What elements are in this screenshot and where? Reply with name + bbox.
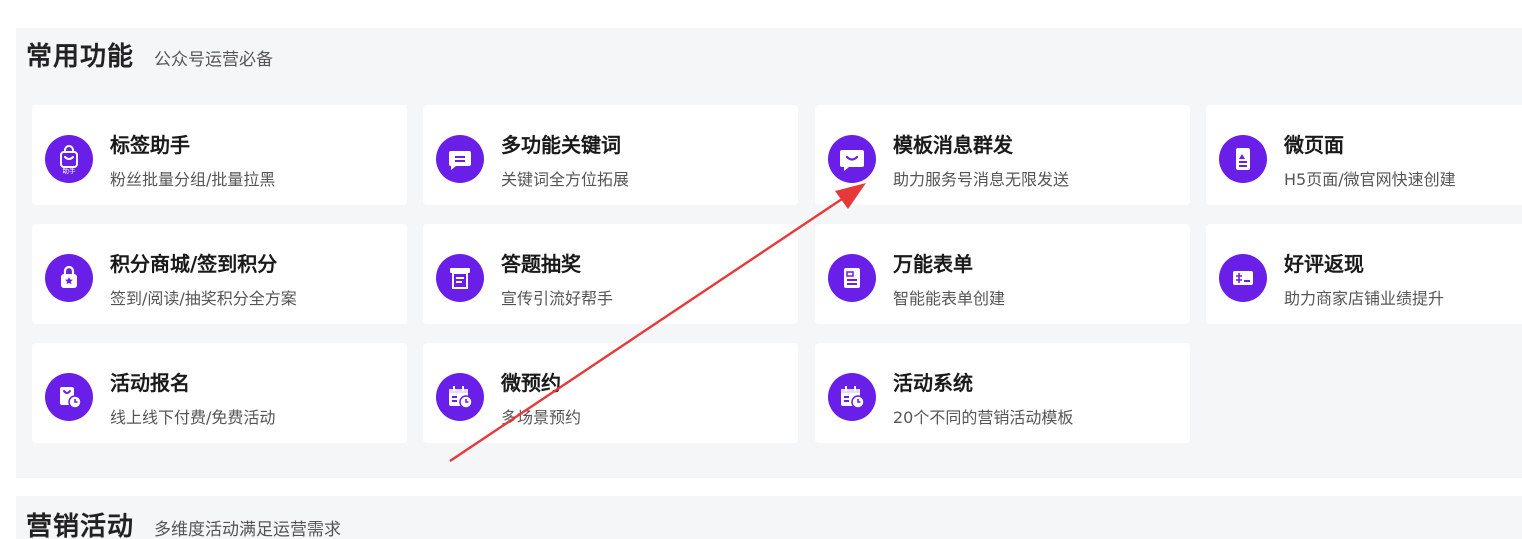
tag-helper-bag-icon: 助手 bbox=[45, 135, 93, 183]
card-title: 答题抽奖 bbox=[501, 252, 581, 276]
section-subtitle: 公众号运营必备 bbox=[154, 50, 274, 70]
card-description: 宣传引流好帮手 bbox=[501, 289, 614, 308]
keyword-chat-icon bbox=[436, 135, 484, 183]
card-description: 关键词全方位拓展 bbox=[501, 170, 630, 189]
points-mall-bag-icon bbox=[45, 254, 93, 302]
card-description: 智能能表单创建 bbox=[893, 289, 1006, 308]
card-description: 线上线下付费/免费活动 bbox=[110, 408, 276, 427]
micro-page-icon bbox=[1219, 135, 1267, 183]
card-title: 万能表单 bbox=[893, 252, 973, 276]
card-review-cashback[interactable]: 好评返现 助力商家店铺业绩提升 bbox=[1206, 224, 1522, 324]
card-title: 活动报名 bbox=[110, 371, 190, 395]
card-title: 标签助手 bbox=[110, 133, 190, 157]
calendar-clock-icon bbox=[828, 373, 876, 421]
event-signup-icon bbox=[45, 373, 93, 421]
card-event-signup[interactable]: 活动报名 线上线下付费/免费活动 bbox=[32, 343, 407, 443]
card-title: 好评返现 bbox=[1284, 252, 1364, 276]
template-message-icon bbox=[828, 135, 876, 183]
card-quiz-lottery[interactable]: 答题抽奖 宣传引流好帮手 bbox=[423, 224, 798, 324]
section-title: 常用功能 bbox=[26, 42, 135, 72]
section-title: 营销活动 bbox=[26, 512, 135, 539]
card-description: H5页面/微官网快速创建 bbox=[1284, 170, 1456, 189]
icon-label: 助手 bbox=[63, 166, 77, 174]
card-description: 20个不同的营销活动模板 bbox=[893, 408, 1074, 427]
section-subtitle: 多维度活动满足运营需求 bbox=[154, 520, 342, 539]
form-icon bbox=[828, 254, 876, 302]
card-title: 微页面 bbox=[1284, 133, 1344, 157]
card-activity-system[interactable]: 活动系统 20个不同的营销活动模板 bbox=[815, 343, 1190, 443]
section-header: 营销活动 多维度活动满足运营需求 bbox=[26, 506, 341, 539]
card-points-mall[interactable]: 积分商城/签到积分 签到/阅读/抽奖积分全方案 bbox=[32, 224, 407, 324]
card-description: 签到/阅读/抽奖积分全方案 bbox=[110, 289, 297, 308]
card-description: 助力服务号消息无限发送 bbox=[893, 170, 1070, 189]
quiz-lottery-icon bbox=[436, 254, 484, 302]
card-description: 助力商家店铺业绩提升 bbox=[1284, 289, 1445, 308]
card-title: 模板消息群发 bbox=[893, 133, 1013, 157]
card-micro-booking[interactable]: 微预约 多场景预约 bbox=[423, 343, 798, 443]
card-title: 微预约 bbox=[501, 371, 561, 395]
calendar-clock-icon bbox=[436, 373, 484, 421]
card-title: 活动系统 bbox=[893, 371, 973, 395]
card-description: 多场景预约 bbox=[501, 408, 582, 427]
card-multi-keyword[interactable]: 多功能关键词 关键词全方位拓展 bbox=[423, 105, 798, 205]
card-description: 粉丝批量分组/批量拉黑 bbox=[110, 170, 276, 189]
card-tag-helper[interactable]: 助手 标签助手 粉丝批量分组/批量拉黑 bbox=[32, 105, 407, 205]
section-header: 常用功能 公众号运营必备 bbox=[26, 36, 273, 73]
card-title: 积分商城/签到积分 bbox=[110, 252, 278, 276]
card-micro-page[interactable]: 微页面 H5页面/微官网快速创建 bbox=[1206, 105, 1522, 205]
review-cashback-card-icon bbox=[1219, 254, 1267, 302]
card-template-message[interactable]: 模板消息群发 助力服务号消息无限发送 bbox=[815, 105, 1190, 205]
card-universal-form[interactable]: 万能表单 智能能表单创建 bbox=[815, 224, 1190, 324]
marketing-activities-section: 营销活动 多维度活动满足运营需求 bbox=[16, 496, 1522, 539]
card-title: 多功能关键词 bbox=[501, 133, 621, 157]
